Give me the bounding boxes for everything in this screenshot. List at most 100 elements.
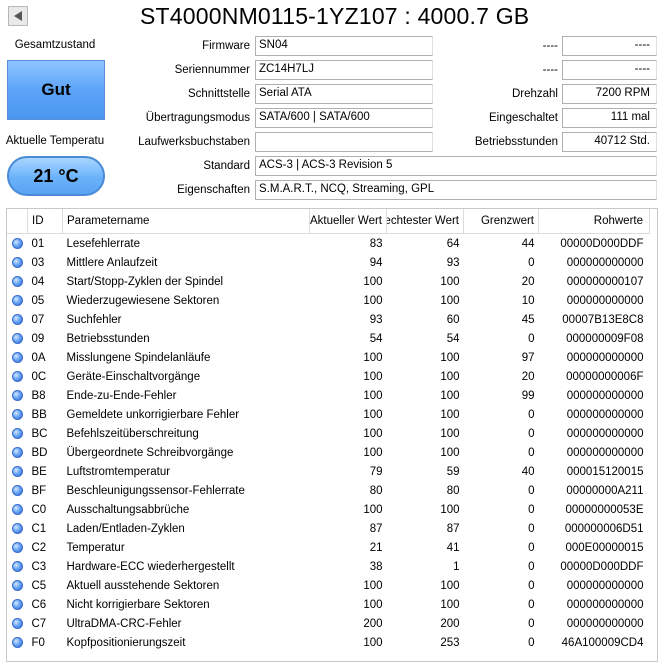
interface-value: Serial ATA — [255, 84, 433, 104]
table-row[interactable]: 04 Start/Stopp-Zyklen der Spindel 100 100 20… — [7, 272, 650, 291]
cell-current: 100 — [363, 427, 383, 440]
cell-threshold: 10 — [521, 294, 535, 307]
cell-name: Ende-zu-Ende-Fehler — [66, 389, 177, 402]
cell-threshold: 0 — [528, 617, 535, 630]
cell-current: 87 — [369, 522, 383, 535]
cell-name: Befehlszeitüberschreitung — [66, 427, 199, 440]
cell-name: Luftstromtemperatur — [66, 465, 171, 478]
status-dot-cell — [7, 234, 28, 254]
cell-name: Lesefehlerrate — [66, 237, 141, 250]
transfer-mode-value: SATA/600 | SATA/600 — [255, 108, 433, 128]
table-row[interactable]: 09 Betriebsstunden 54 54 0 000000009F08 — [7, 329, 650, 348]
cell-name: Übergeordnete Schreibvorgänge — [66, 446, 234, 459]
table-row[interactable]: BF Beschleunigungssensor-Fehlerrate 80 80 0 0… — [7, 481, 650, 500]
table-row[interactable]: BB Gemeldete unkorrigierbare Fehler 100 100… — [7, 405, 650, 424]
table-row[interactable]: C0 Ausschaltungsabbrüche 100 100 0 0000000005… — [7, 500, 650, 519]
cell-id: C3 — [31, 560, 47, 573]
table-row[interactable]: C6 Nicht korrigierbare Sektoren 100 100 0 000… — [7, 595, 650, 614]
table-row[interactable]: C2 Temperatur 21 41 0 000E00000015 — [7, 538, 650, 557]
table-row[interactable]: BE Luftstromtemperatur 79 59 40 000015120015 — [7, 462, 650, 481]
cell-raw: 000000009F08 — [566, 332, 644, 345]
column-header-status[interactable] — [7, 209, 28, 234]
cell-current: 100 — [363, 370, 383, 383]
column-header-raw[interactable]: Rohwerte — [538, 209, 650, 234]
status-dot-cell — [7, 348, 28, 367]
status-good-icon — [11, 484, 23, 496]
table-row[interactable]: 0A Misslungene Spindelanläufe 100 100 97 0000… — [7, 348, 650, 367]
back-button[interactable] — [8, 6, 28, 26]
cell-worst: 200 — [440, 617, 460, 630]
power-on-hours-value: 40712 Std. — [562, 132, 657, 152]
table-row[interactable]: 03 Mittlere Anlaufzeit 94 93 0 000000000000 — [7, 253, 650, 272]
cell-worst: 100 — [440, 370, 460, 383]
cell-raw: 000000000000 — [566, 427, 644, 440]
status-dot-cell — [7, 386, 28, 405]
cell-raw: 000015120015 — [566, 465, 644, 478]
status-good-icon — [11, 598, 23, 610]
status-good-icon — [11, 313, 23, 325]
cell-name: Misslungene Spindelanläufe — [66, 351, 211, 364]
status-dot-cell — [7, 519, 28, 538]
table-row[interactable]: F0 Kopfpositionierungszeit 100 253 0 46A10000… — [7, 633, 650, 652]
cell-id: 0C — [31, 370, 47, 383]
cell-worst: 87 — [446, 522, 460, 535]
column-header-id[interactable]: ID — [27, 209, 63, 234]
cell-raw: 00000000006F — [566, 370, 644, 383]
cell-name: Gemeldete unkorrigierbare Fehler — [66, 408, 240, 421]
table-row[interactable]: BD Übergeordnete Schreibvorgänge 100 100 0 00… — [7, 443, 650, 462]
column-header-name[interactable]: Parametername — [62, 209, 310, 234]
cell-name: Kopfpositionierungszeit — [66, 636, 186, 649]
standard-label: Standard — [203, 160, 250, 172]
column-header-current[interactable]: Aktueller Wert — [309, 209, 387, 234]
power-on-count-label: Eingeschaltet — [488, 112, 558, 124]
cell-id: 01 — [31, 237, 45, 250]
status-dot-cell — [7, 576, 28, 595]
cell-current: 79 — [369, 465, 383, 478]
serial-value: ZC14H7LJ — [255, 60, 433, 80]
cell-raw: 000000000000 — [566, 408, 644, 421]
cell-threshold: 0 — [528, 503, 535, 516]
cell-raw: 000000000000 — [566, 446, 644, 459]
cell-id: 09 — [31, 332, 45, 345]
smart-attributes-table[interactable]: ID Parametername Aktueller Wert Schlecht… — [6, 208, 658, 662]
table-row[interactable]: C1 Laden/Entladen-Zyklen 87 87 0 000000006D51 — [7, 519, 650, 538]
drive-letters-value — [255, 132, 433, 152]
cell-current: 83 — [369, 237, 383, 250]
table-row[interactable]: C7 UltraDMA-CRC-Fehler 200 200 0 000000000000 — [7, 614, 650, 633]
cell-raw: 000E00000015 — [565, 541, 644, 554]
cell-name: Suchfehler — [66, 313, 122, 326]
table-row[interactable]: 05 Wiederzugewiesene Sektoren 100 100 10 0000… — [7, 291, 650, 310]
table-row[interactable]: 01 Lesefehlerrate 83 64 44 00000D000DDF — [7, 234, 650, 254]
column-header-worst[interactable]: Schlechtester Wert — [386, 209, 464, 234]
cell-threshold: 0 — [528, 598, 535, 611]
cell-id: C5 — [31, 579, 47, 592]
status-good-icon — [11, 256, 23, 268]
cell-id: F0 — [31, 636, 45, 649]
cell-name: Start/Stopp-Zyklen der Spindel — [66, 275, 224, 288]
cell-current: 100 — [363, 275, 383, 288]
cell-name: Aktuell ausstehende Sektoren — [66, 579, 220, 592]
table-row[interactable]: B8 Ende-zu-Ende-Fehler 100 100 99 00000000000… — [7, 386, 650, 405]
temperature-value: 21 °C — [33, 165, 79, 186]
status-good-icon — [11, 446, 23, 458]
table-row[interactable]: 07 Suchfehler 93 60 45 00007B13E8C8 — [7, 310, 650, 329]
cell-id: B8 — [31, 389, 46, 402]
cell-current: 54 — [369, 332, 383, 345]
health-value: Gut — [41, 80, 71, 99]
column-header-threshold[interactable]: Grenzwert — [463, 209, 539, 234]
temperature-status-button[interactable]: 21 °C — [7, 156, 105, 196]
health-status-button[interactable]: Gut — [7, 60, 105, 120]
cell-id: BD — [31, 446, 48, 459]
cell-name: Mittlere Anlaufzeit — [66, 256, 158, 269]
triangle-left-icon — [14, 11, 22, 21]
cell-id: C0 — [31, 503, 47, 516]
status-good-icon — [11, 636, 23, 648]
table-row[interactable]: BC Befehlszeitüberschreitung 100 100 0 000000… — [7, 424, 650, 443]
status-good-icon — [11, 294, 23, 306]
table-row[interactable]: C3 Hardware-ECC wiederhergestellt 38 1 0 0000… — [7, 557, 650, 576]
cell-id: C1 — [31, 522, 47, 535]
features-value: S.M.A.R.T., NCQ, Streaming, GPL — [255, 180, 657, 200]
table-row[interactable]: C5 Aktuell ausstehende Sektoren 100 100 0 000… — [7, 576, 650, 595]
cell-worst: 100 — [440, 294, 460, 307]
table-row[interactable]: 0C Geräte-Einschaltvorgänge 100 100 20 000000… — [7, 367, 650, 386]
